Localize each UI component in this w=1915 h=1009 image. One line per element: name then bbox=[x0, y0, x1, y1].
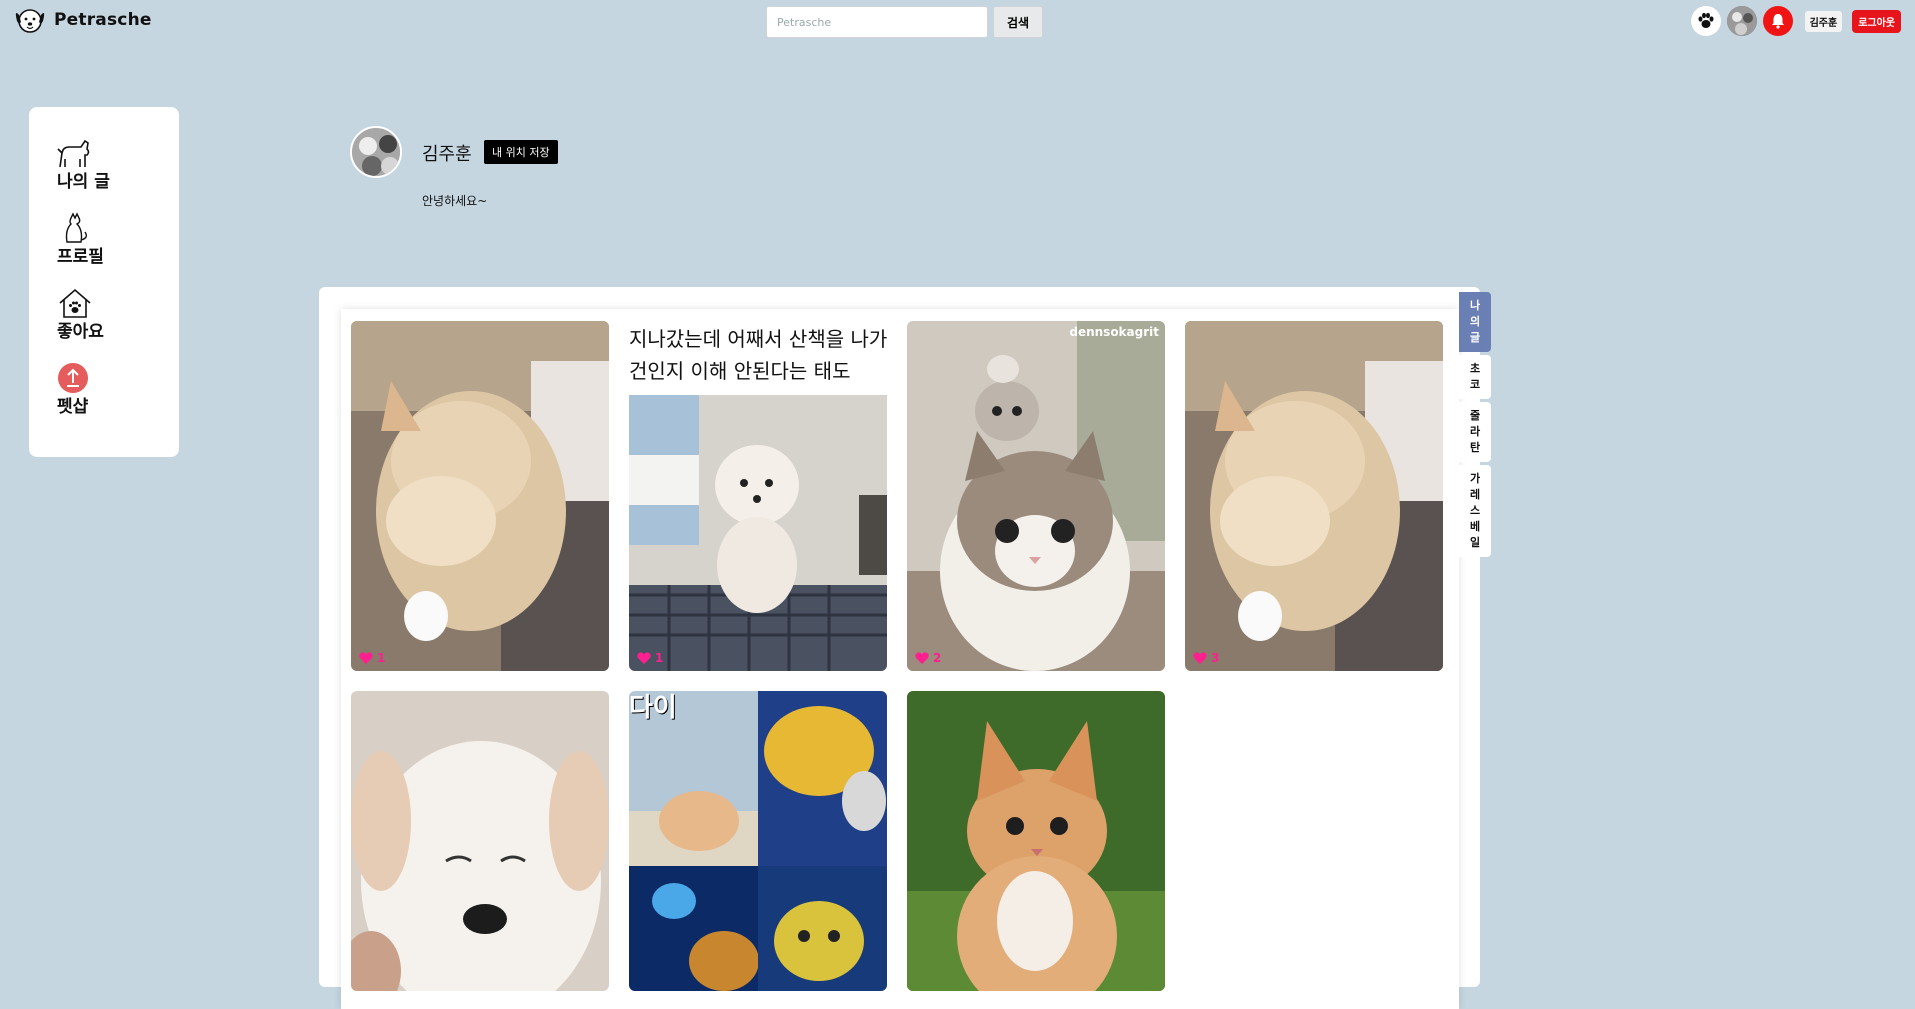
caption-line-2: 건인지 이해 안된다는 태도 bbox=[629, 359, 851, 383]
sidebar-item-my-posts[interactable]: 나의 글 bbox=[57, 137, 179, 212]
tab-char: 탄 bbox=[1469, 441, 1481, 454]
post-card[interactable]: 지나갔는데 어째서 산책을 나가 건인지 이해 안된다는 태도 1 bbox=[629, 321, 887, 671]
profile-avatar-image bbox=[352, 128, 400, 176]
post-card[interactable] bbox=[351, 691, 609, 991]
save-location-button[interactable]: 내 위치 저장 bbox=[484, 140, 558, 164]
tab-char: 베 bbox=[1469, 520, 1481, 533]
dog-logo-icon bbox=[15, 9, 45, 33]
post-card[interactable]: 1 bbox=[351, 321, 609, 671]
top-navigation-bar: Petrasche 검색 bbox=[0, 0, 1915, 46]
post-image-cat bbox=[1185, 321, 1443, 671]
tab-char: 글 bbox=[1469, 331, 1481, 344]
like-count: 1 bbox=[359, 651, 385, 665]
search-bar: 검색 bbox=[766, 6, 1043, 38]
pet-tabs: 나 의 글 초 코 줄 라 탄 가 레 스 베 일 bbox=[1459, 292, 1491, 560]
collage-text: 다이 bbox=[629, 693, 677, 723]
heart-icon[interactable] bbox=[915, 652, 929, 664]
like-count-text: 1 bbox=[377, 651, 386, 665]
sidebar: 나의 글 프로필 좋아요 펫샵 bbox=[29, 107, 179, 457]
tab-gareth-bale[interactable]: 가 레 스 베 일 bbox=[1459, 465, 1491, 557]
profile-avatar[interactable] bbox=[350, 126, 402, 178]
tab-char: 초 bbox=[1469, 362, 1481, 375]
tab-char: 일 bbox=[1469, 536, 1481, 549]
tab-char: 스 bbox=[1469, 504, 1481, 517]
like-count-text: 2 bbox=[933, 651, 942, 665]
sidebar-item-label: 프로필 bbox=[57, 247, 104, 267]
avatar-image bbox=[1726, 6, 1757, 36]
tab-char: 코 bbox=[1469, 378, 1481, 391]
caption-line-1: 지나갔는데 어째서 산책을 나가 bbox=[629, 327, 887, 351]
post-image-cat bbox=[351, 321, 609, 671]
sidebar-item-label: 나의 글 bbox=[57, 172, 110, 192]
post-image-puppy bbox=[351, 691, 609, 991]
search-input[interactable] bbox=[766, 6, 988, 38]
username-label[interactable]: 김주훈 bbox=[1804, 10, 1843, 32]
tab-char: 의 bbox=[1469, 315, 1481, 328]
tab-zlatan[interactable]: 줄 라 탄 bbox=[1459, 402, 1491, 462]
like-count: 3 bbox=[1193, 651, 1219, 665]
post-card[interactable]: 다이 bbox=[629, 691, 887, 991]
like-count: 2 bbox=[915, 651, 941, 665]
paw-button[interactable] bbox=[1690, 6, 1721, 36]
sidebar-item-profile[interactable]: 프로필 bbox=[57, 212, 179, 287]
sidebar-item-label: 좋아요 bbox=[57, 322, 104, 342]
post-card[interactable] bbox=[907, 691, 1165, 991]
post-grid: 1 지나갔는데 어째서 산책을 나가 건인지 이해 안된다는 태도 1 denn… bbox=[341, 309, 1459, 1009]
notification-button[interactable] bbox=[1762, 6, 1793, 36]
heart-icon[interactable] bbox=[1193, 652, 1207, 664]
heart-icon[interactable] bbox=[359, 652, 373, 664]
profile-bio: 안녕하세요~ bbox=[422, 194, 488, 208]
tab-char: 줄 bbox=[1469, 409, 1481, 422]
tab-char: 레 bbox=[1469, 488, 1481, 501]
profile-name: 김주훈 bbox=[422, 144, 472, 165]
tab-char: 가 bbox=[1469, 472, 1481, 485]
tab-my-posts[interactable]: 나 의 글 bbox=[1459, 292, 1491, 352]
post-caption: 지나갔는데 어째서 산책을 나가 건인지 이해 안된다는 태도 bbox=[629, 321, 887, 395]
logout-button[interactable]: 로그아웃 bbox=[1852, 9, 1901, 33]
post-image-stacked-cats bbox=[907, 321, 1165, 671]
post-image-collage bbox=[629, 691, 887, 991]
post-image-kitten bbox=[907, 691, 1165, 991]
sidebar-item-pet-shop[interactable]: 펫샵 bbox=[57, 362, 179, 437]
user-avatar[interactable] bbox=[1726, 6, 1757, 36]
tab-char: 나 bbox=[1469, 299, 1481, 312]
tab-char: 라 bbox=[1469, 425, 1481, 438]
heart-icon[interactable] bbox=[637, 652, 651, 664]
tab-choco[interactable]: 초 코 bbox=[1459, 355, 1491, 399]
search-button[interactable]: 검색 bbox=[993, 6, 1043, 38]
user-menu: 김주훈 로그아웃 bbox=[1690, 6, 1901, 36]
post-image-poodle bbox=[629, 395, 887, 671]
like-count: 1 bbox=[637, 651, 663, 665]
logo-text: Petrasche bbox=[54, 10, 152, 30]
like-count-text: 3 bbox=[1211, 651, 1220, 665]
feed-panel: 1 지나갔는데 어째서 산책을 나가 건인지 이해 안된다는 태도 1 denn… bbox=[319, 287, 1480, 1009]
post-card[interactable]: 3 bbox=[1185, 321, 1443, 671]
bell-icon bbox=[1771, 14, 1784, 29]
logo[interactable]: Petrasche bbox=[12, 5, 152, 35]
image-watermark: dennsokagrit bbox=[1069, 325, 1159, 339]
sidebar-item-label: 펫샵 bbox=[57, 397, 89, 417]
paw-icon bbox=[1698, 12, 1714, 28]
sidebar-item-likes[interactable]: 좋아요 bbox=[57, 287, 179, 362]
post-card[interactable]: dennsokagrit 2 bbox=[907, 321, 1165, 671]
like-count-text: 1 bbox=[655, 651, 664, 665]
